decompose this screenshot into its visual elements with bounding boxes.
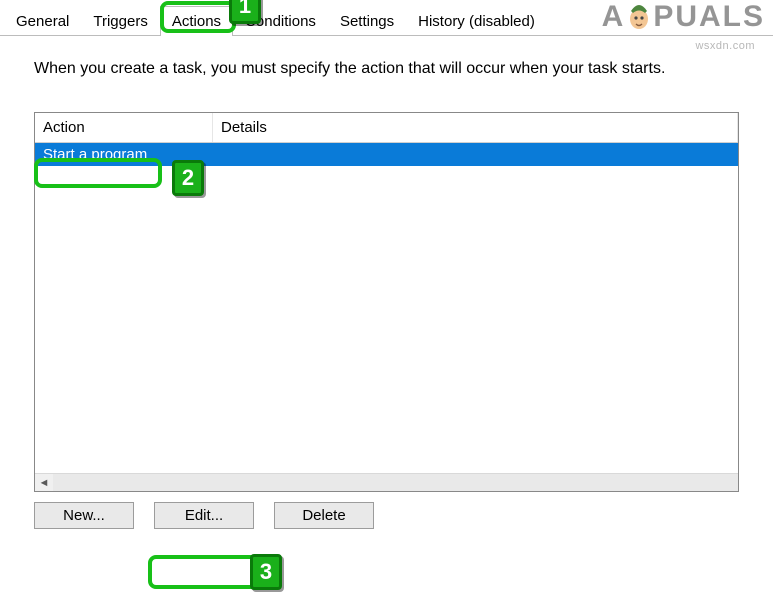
tab-triggers[interactable]: Triggers: [81, 6, 159, 36]
scroll-left-icon[interactable]: ◄: [35, 477, 53, 489]
scroll-track[interactable]: [53, 474, 738, 491]
tab-conditions[interactable]: Conditions: [233, 6, 328, 36]
cell-details: [213, 143, 738, 166]
new-button[interactable]: New...: [34, 502, 134, 529]
table-row[interactable]: Start a program: [35, 143, 738, 166]
tab-strip: General Triggers Actions Conditions Sett…: [0, 0, 773, 36]
tab-history[interactable]: History (disabled): [406, 6, 547, 36]
tab-settings[interactable]: Settings: [328, 6, 406, 36]
annotation-box-3: [148, 555, 262, 589]
cell-action: Start a program: [35, 143, 213, 166]
column-header-action[interactable]: Action: [35, 113, 213, 142]
horizontal-scrollbar[interactable]: ◄: [35, 473, 738, 491]
actions-list-body: Start a program: [35, 143, 738, 473]
delete-button[interactable]: Delete: [274, 502, 374, 529]
actions-list: Action Details Start a program ◄: [34, 112, 739, 492]
annotation-badge-3: 3: [250, 554, 282, 590]
edit-button[interactable]: Edit...: [154, 502, 254, 529]
tab-general[interactable]: General: [4, 6, 81, 36]
column-header-details[interactable]: Details: [213, 113, 738, 142]
actions-list-header: Action Details: [35, 113, 738, 143]
button-row: New... Edit... Delete: [34, 502, 773, 529]
tab-description: When you create a task, you must specify…: [0, 36, 773, 78]
tab-actions[interactable]: Actions: [160, 6, 233, 36]
